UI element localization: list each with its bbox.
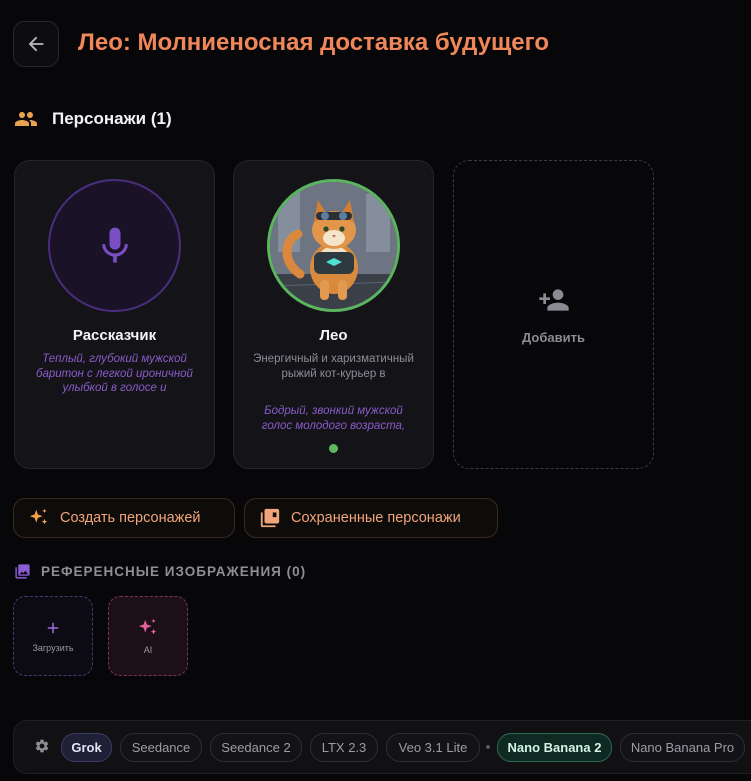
narrator-avatar	[48, 179, 181, 312]
model-chip-seedance-2[interactable]: Seedance 2	[210, 733, 302, 762]
ai-label: AI	[143, 645, 153, 655]
model-selector-bar: Grok Seedance Seedance 2 LTX 2.3 Veo 3.1…	[13, 720, 751, 774]
add-character-label: Добавить	[522, 330, 585, 345]
library-icon	[260, 508, 280, 528]
character-name: Лео	[319, 327, 348, 344]
plus-icon	[47, 622, 59, 634]
story-editor-page: Лео: Молниеносная доставка будущего Перс…	[0, 0, 751, 781]
saved-characters-button[interactable]: Сохраненные персонажи	[244, 498, 498, 538]
model-chip-nano-banana-pro[interactable]: Nano Banana Pro	[620, 733, 745, 762]
leo-avatar	[267, 179, 400, 312]
microphone-icon	[101, 227, 128, 262]
create-characters-label: Создать персонажей	[60, 510, 201, 526]
back-button[interactable]	[13, 21, 59, 67]
ai-reference-button[interactable]: AI	[108, 596, 188, 676]
saved-characters-label: Сохраненные персонажи	[291, 510, 461, 526]
character-voice-description: Теплый, глубокий мужской баритон с легко…	[36, 353, 193, 394]
character-card-leo[interactable]: Лео Энергичный и харизматичный рыжий кот…	[233, 160, 434, 469]
upload-label: Загрузить	[32, 643, 74, 653]
characters-heading: Персонажи (1)	[14, 107, 172, 131]
model-chip-ltx-2-3[interactable]: LTX 2.3	[310, 733, 378, 762]
model-chip-grok[interactable]: Grok	[61, 733, 112, 762]
add-character-button[interactable]: Добавить	[453, 160, 654, 469]
gear-icon[interactable]	[34, 738, 50, 754]
cat-courier-illustration	[270, 182, 397, 309]
characters-heading-label: Персонажи (1)	[52, 109, 172, 128]
photo-library-icon	[15, 564, 30, 579]
people-icon	[15, 112, 37, 126]
reference-images-label: РЕФЕРЕНСНЫЕ ИЗОБРАЖЕНИЯ (0)	[41, 564, 307, 579]
model-chip-veo-3-1-lite[interactable]: Veo 3.1 Lite	[386, 733, 480, 762]
sparkles-icon	[29, 508, 48, 525]
character-voice-description: Бодрый, звонкий мужской голос молодого в…	[261, 405, 406, 432]
create-characters-button[interactable]: Создать персонажей	[13, 498, 235, 538]
person-add-icon	[538, 289, 569, 311]
upload-reference-button[interactable]: Загрузить	[13, 596, 93, 676]
model-chip-seedance[interactable]: Seedance	[120, 733, 202, 762]
status-dot	[329, 444, 338, 453]
model-chip-nano-banana-2[interactable]: Nano Banana 2	[497, 733, 612, 762]
character-description: Энергичный и харизматичный рыжий кот-кур…	[253, 353, 414, 380]
separator-dot	[486, 745, 490, 749]
reference-images-heading: РЕФЕРЕНСНЫЕ ИЗОБРАЖЕНИЯ (0)	[14, 563, 306, 580]
sparkles-icon	[138, 618, 157, 635]
character-card-narrator[interactable]: Рассказчик Теплый, глубокий мужской бари…	[14, 160, 215, 469]
character-name: Рассказчик	[72, 327, 157, 344]
page-title: Лео: Молниеносная доставка будущего	[78, 29, 549, 56]
arrow-left-icon	[28, 36, 44, 52]
